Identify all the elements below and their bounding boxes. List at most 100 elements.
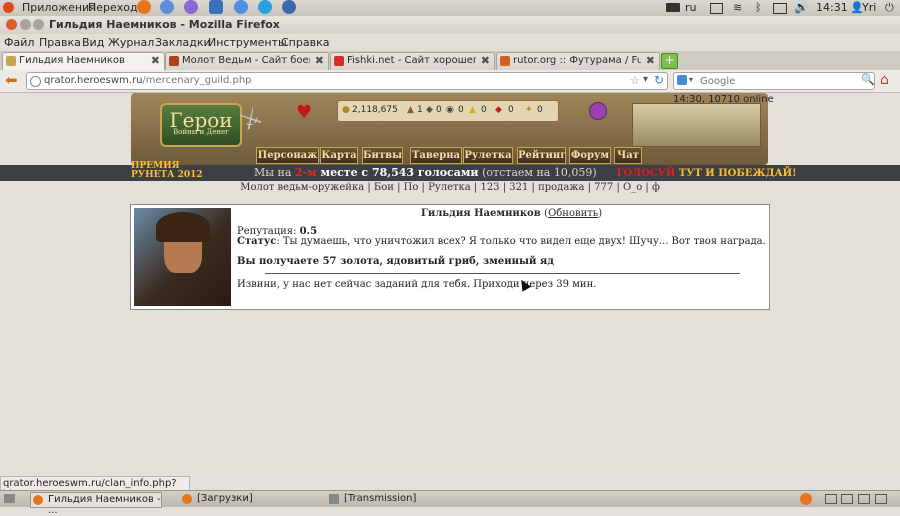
bluetooth-icon[interactable]: ᛒ	[755, 1, 762, 14]
search-input[interactable]	[698, 73, 862, 89]
close-tab-icon[interactable]: ✖	[481, 54, 490, 67]
chrome-launcher-icon[interactable]	[234, 0, 248, 14]
new-tab-icon[interactable]: +	[661, 53, 678, 69]
keyboard-indicator-icon[interactable]	[666, 3, 680, 12]
nav-rating-button[interactable]: Рейтинг	[517, 147, 566, 164]
mercury-icon: ◉	[446, 105, 454, 115]
menu-file[interactable]: Файл	[4, 36, 34, 49]
workspace-1-icon[interactable]	[825, 494, 837, 504]
window-titlebar[interactable]: Гильдия Наемников - Mozilla Firefox	[0, 16, 900, 34]
refresh-link[interactable]: Обновить	[548, 208, 598, 219]
tab-fishki[interactable]: Fishki.net - Сайт хорошего ... ✖	[330, 52, 495, 70]
ore-icon: ◆	[426, 105, 433, 115]
mercenary-guild-card: Гильдия Наемников (Обновить) Репутация: …	[130, 204, 770, 310]
mail-launcher-icon[interactable]	[160, 0, 174, 14]
wood-icon: ▲	[407, 105, 414, 115]
workspace-2-icon[interactable]	[841, 494, 853, 504]
menu-edit[interactable]: Правка	[39, 36, 81, 49]
user-name[interactable]: Yri	[862, 1, 876, 14]
vote-link[interactable]: ГОЛОСУЙ	[617, 168, 676, 179]
taskbar-item-transmission[interactable]: [Transmission]	[327, 492, 467, 506]
search-icon[interactable]: 🔍	[861, 73, 875, 86]
card-title: Гильдия Наемников	[421, 208, 541, 219]
workspace-firefox-icon[interactable]	[800, 493, 812, 505]
bookmark-star-icon[interactable]: ☆	[630, 74, 640, 87]
gold-amount: 2,118,675	[352, 105, 398, 115]
url-bar[interactable]: qrator.heroeswm.ru/mercenary_guild.php ☆…	[26, 72, 668, 90]
status-line: Статус: Ты думаешь, что уничтожил всех? …	[237, 236, 766, 247]
mail-icon[interactable]	[710, 3, 723, 14]
google-engine-icon[interactable]	[677, 75, 687, 85]
tab-molot-vedm[interactable]: Молот Ведьм - Сайт боев... ✖	[165, 52, 329, 70]
places-menu[interactable]: Переход	[88, 1, 138, 14]
nav-map-button[interactable]: Карта	[320, 147, 358, 164]
nav-roulette-button[interactable]: Рулетка	[463, 147, 513, 164]
sulfur-icon: ▲	[469, 105, 476, 115]
runet-award[interactable]: ПРЕМИЯ РУНЕТА 2012	[131, 162, 221, 180]
nav-forum-button[interactable]: Форум	[569, 147, 611, 164]
clock[interactable]: 14:31	[816, 1, 848, 14]
nav-chat-button[interactable]: Чат	[614, 147, 642, 164]
battery-icon[interactable]	[773, 3, 787, 14]
taskbar-item-downloads[interactable]: [Загрузки]	[180, 492, 310, 506]
transmission-icon	[329, 494, 339, 504]
workspace-3-icon[interactable]	[858, 494, 870, 504]
power-icon[interactable]: ⏻	[885, 1, 894, 15]
show-desktop-icon[interactable]	[4, 494, 15, 503]
game-logo[interactable]: Герои Войны и Денег	[160, 103, 242, 147]
ore-amount: 0	[436, 105, 442, 115]
firefox-launcher-icon[interactable]	[137, 0, 151, 14]
reward-line: Вы получаете 57 золота, ядовитый гриб, з…	[237, 256, 554, 267]
crystal-amount: 0	[508, 105, 514, 115]
menu-view[interactable]: Вид	[82, 36, 104, 49]
search-bar[interactable]: ▾ 🔍	[673, 72, 875, 90]
close-tab-icon[interactable]: ✖	[315, 54, 324, 67]
tab-mercenary-guild[interactable]: Гильдия Наемников ✖	[2, 52, 165, 70]
logo-subtitle: Войны и Денег	[173, 128, 229, 136]
menu-bookmarks[interactable]: Закладки	[155, 36, 211, 49]
nav-character-button[interactable]: Персонаж	[256, 147, 319, 164]
globe-launcher-icon[interactable]	[282, 0, 296, 14]
engine-dropdown-icon[interactable]: ▾	[689, 75, 693, 84]
rank-announcement[interactable]: Мы на 2-м месте с 78,543 голосами (отста…	[254, 166, 797, 179]
gems-amount: 0	[537, 105, 543, 115]
health-heart-icon: ♥	[296, 102, 313, 123]
mana-potion-icon	[589, 102, 607, 120]
gems-icon: ✦	[525, 105, 533, 115]
wood-amount: 1	[417, 105, 423, 115]
tab-rutor[interactable]: rutor.org :: Футурама / Fut... ✖	[496, 52, 660, 70]
window-title: Гильдия Наемников - Mozilla Firefox	[49, 18, 280, 31]
url-dropdown-icon[interactable]: ▾	[643, 74, 648, 85]
reload-icon[interactable]: ↻	[654, 73, 664, 87]
castle-image	[632, 103, 761, 147]
back-arrow-icon[interactable]: ⬅	[5, 71, 18, 89]
skype-launcher-icon[interactable]	[258, 0, 272, 14]
close-window-icon[interactable]	[6, 19, 17, 30]
rank-place: 2-м	[294, 166, 317, 179]
chat-launcher-icon[interactable]	[184, 0, 198, 14]
quick-links[interactable]: Молот ведьм-оружейка | Бои | По | Рулетк…	[0, 182, 900, 193]
no-tasks-message: Извини, у нас нет сейчас заданий для теб…	[237, 279, 597, 290]
menu-help[interactable]: Справка	[281, 36, 329, 49]
crystal-icon: ◆	[495, 105, 502, 115]
close-tab-icon[interactable]: ✖	[646, 54, 655, 67]
home-icon[interactable]: ⌂	[880, 72, 889, 88]
keyboard-layout[interactable]: ru	[685, 1, 697, 14]
nav-tavern-button[interactable]: Таверна	[410, 147, 462, 164]
close-tab-icon[interactable]: ✖	[151, 54, 160, 67]
menu-history[interactable]: Журнал	[108, 36, 154, 49]
audio-waveform-icon[interactable]: ≋	[733, 1, 742, 14]
maximize-window-icon[interactable]	[33, 19, 44, 30]
ubuntu-logo-icon[interactable]	[3, 2, 14, 13]
minimize-window-icon[interactable]	[20, 19, 31, 30]
workspace-4-icon[interactable]	[875, 494, 887, 504]
menu-tools[interactable]: Инструменты	[208, 36, 287, 49]
applications-menu[interactable]: Приложения	[22, 1, 96, 14]
nav-battles-button[interactable]: Битвы	[362, 147, 403, 164]
menubar: Файл Правка Вид Журнал Закладки Инструме…	[0, 34, 900, 51]
volume-icon[interactable]: 🔊	[794, 0, 809, 14]
site-identity-icon[interactable]	[30, 76, 41, 87]
url-path: /mercenary_guild.php	[142, 75, 252, 86]
virtualbox-launcher-icon[interactable]	[209, 0, 223, 14]
sulfur-amount: 0	[481, 105, 487, 115]
